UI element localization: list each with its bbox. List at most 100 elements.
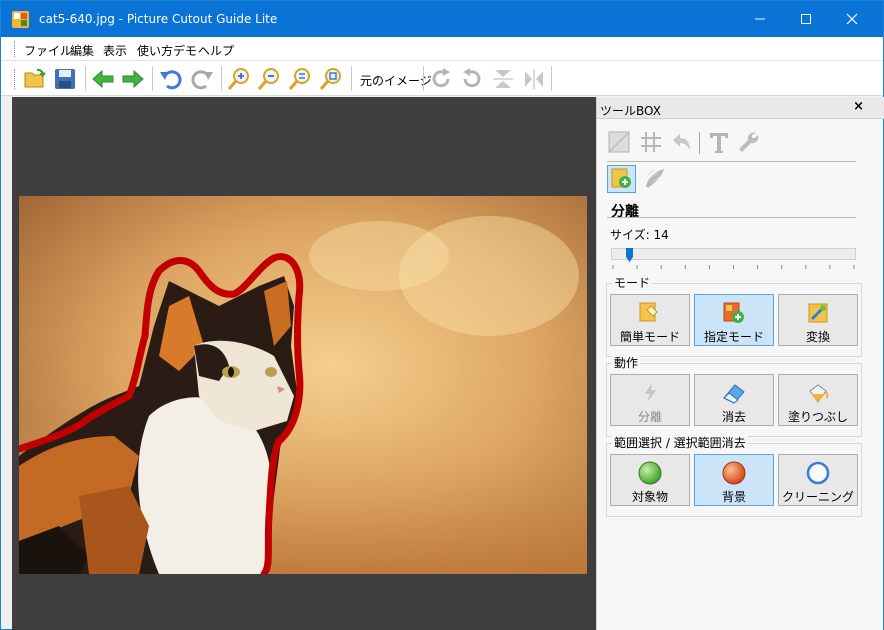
brush-tool-icon[interactable] <box>642 166 668 193</box>
flip-horizontal-button[interactable] <box>520 65 547 92</box>
object-button[interactable]: 対象物 <box>610 454 690 506</box>
size-slider-ticks <box>612 265 855 269</box>
specify-mode-icon <box>722 301 746 325</box>
window-title: cat5-640.jpg - Picture Cutout Guide Lite <box>39 12 278 26</box>
cleaning-button[interactable]: クリーニング <box>778 454 858 506</box>
forward-arrow-icon <box>122 69 144 88</box>
grid-tool-icon[interactable] <box>639 130 663 157</box>
paint-bucket-icon <box>806 381 830 405</box>
title-bar[interactable]: cat5-640.jpg - Picture Cutout Guide Lite <box>1 1 883 37</box>
toolbar-separator <box>152 66 153 91</box>
menu-edit[interactable]: 編集 <box>70 42 94 59</box>
undo-tool-icon[interactable] <box>669 130 693 157</box>
original-image-button[interactable]: 元のイメージ <box>360 72 432 89</box>
redo-button[interactable] <box>188 65 215 92</box>
redo-icon <box>190 69 213 89</box>
back-button[interactable] <box>89 65 116 92</box>
rotate-right-icon <box>432 67 450 87</box>
zoom-out-icon <box>257 67 279 90</box>
tool-row-separator <box>699 132 700 154</box>
save-icon <box>54 68 75 89</box>
menu-grip <box>14 41 17 57</box>
separate-label: 分離 <box>637 410 662 424</box>
undo-icon <box>159 69 182 89</box>
separate-button[interactable]: 分離 <box>610 374 690 426</box>
minimize-button[interactable] <box>737 1 783 37</box>
back-arrow-icon <box>91 69 113 88</box>
size-slider-track[interactable] <box>611 248 856 260</box>
fill-button[interactable]: 塗りつぶし <box>778 374 858 426</box>
toolbox-close-button[interactable]: × <box>853 99 864 114</box>
eraser-icon <box>722 381 746 405</box>
menu-help[interactable]: ヘルプ <box>198 42 234 59</box>
zoom-in-icon <box>227 67 249 90</box>
menu-bar: ファイル 編集 表示 使い方デモ ヘルプ <box>1 37 883 61</box>
maximize-button[interactable] <box>783 1 829 37</box>
crop-tool-icon[interactable] <box>607 130 631 157</box>
size-slider-thumb[interactable] <box>626 248 633 262</box>
section-title: 分離 <box>611 204 639 220</box>
convert-icon <box>806 301 830 325</box>
forward-button[interactable] <box>119 65 146 92</box>
zoom-out-button[interactable] <box>255 65 282 92</box>
flip-vertical-icon <box>492 69 513 88</box>
specify-mode-label: 指定モード <box>703 330 764 344</box>
open-folder-icon <box>24 68 46 87</box>
cat-photo[interactable] <box>19 196 587 574</box>
flip-vertical-button[interactable] <box>489 65 516 92</box>
rotate-right-button[interactable] <box>427 65 454 92</box>
convert-button[interactable]: 変換 <box>778 294 858 346</box>
cleaning-label: クリーニング <box>781 490 854 504</box>
flip-horizontal-icon <box>524 68 543 89</box>
app-window: cat5-640.jpg - Picture Cutout Guide Lite… <box>0 0 884 630</box>
toolbox-mode-row <box>607 165 668 193</box>
close-button[interactable] <box>829 1 875 37</box>
zoom-in-button[interactable] <box>225 65 252 92</box>
easy-mode-label: 簡単モード <box>619 330 680 344</box>
menu-demo[interactable]: 使い方デモ <box>137 42 197 59</box>
selection-group: 範囲選択 / 選択範囲消去 対象物 背景 クリーニング <box>606 436 862 517</box>
zoom-actual-button[interactable] <box>317 65 344 92</box>
toolbox-tool-row <box>607 129 760 157</box>
rotate-left-button[interactable] <box>458 65 485 92</box>
undo-button[interactable] <box>157 65 184 92</box>
cutout-tool-icon[interactable] <box>607 165 636 193</box>
easy-mode-icon <box>638 301 662 325</box>
toolbox-panel: ツールBOX × 分離 サイズ: 14 モード 簡単モード 指定モード 変換 動… <box>596 97 884 630</box>
red-circle-icon <box>722 461 746 485</box>
green-circle-icon <box>638 461 662 485</box>
size-label: サイズ: 14 <box>610 228 669 242</box>
mode-group: モード 簡単モード 指定モード 変換 <box>606 276 862 357</box>
zoom-fit-button[interactable] <box>286 65 313 92</box>
menu-view[interactable]: 表示 <box>103 42 127 59</box>
minimize-icon <box>755 18 765 20</box>
separate-icon <box>638 381 662 405</box>
specify-mode-button[interactable]: 指定モード <box>694 294 774 346</box>
open-button[interactable] <box>21 65 48 92</box>
erase-button[interactable]: 消去 <box>694 374 774 426</box>
zoom-fit-icon <box>288 67 310 90</box>
close-icon <box>846 13 858 25</box>
app-logo-icon <box>12 11 29 28</box>
toolbox-title: ツールBOX <box>600 104 661 118</box>
text-tool-icon[interactable] <box>708 130 730 157</box>
save-button[interactable] <box>51 65 78 92</box>
image-canvas[interactable] <box>12 97 596 630</box>
menu-file[interactable]: ファイル <box>24 42 72 59</box>
toolbar: 元のイメージ <box>1 61 883 96</box>
action-group-label: 動作 <box>612 356 641 370</box>
rotate-left-icon <box>462 67 480 87</box>
object-label: 対象物 <box>631 490 668 504</box>
background-button[interactable]: 背景 <box>694 454 774 506</box>
toolbar-grip <box>14 69 17 89</box>
toolbox-divider <box>607 161 856 162</box>
section-divider <box>607 217 856 218</box>
wrench-tool-icon[interactable] <box>736 130 760 157</box>
toolbar-separator <box>423 66 424 91</box>
action-group: 動作 分離 消去 塗りつぶし <box>606 356 862 437</box>
easy-mode-button[interactable]: 簡単モード <box>610 294 690 346</box>
maximize-icon <box>801 14 811 24</box>
mode-group-label: モード <box>612 276 653 290</box>
selection-group-label: 範囲選択 / 選択範囲消去 <box>612 436 748 450</box>
toolbox-header: ツールBOX × <box>597 97 884 119</box>
